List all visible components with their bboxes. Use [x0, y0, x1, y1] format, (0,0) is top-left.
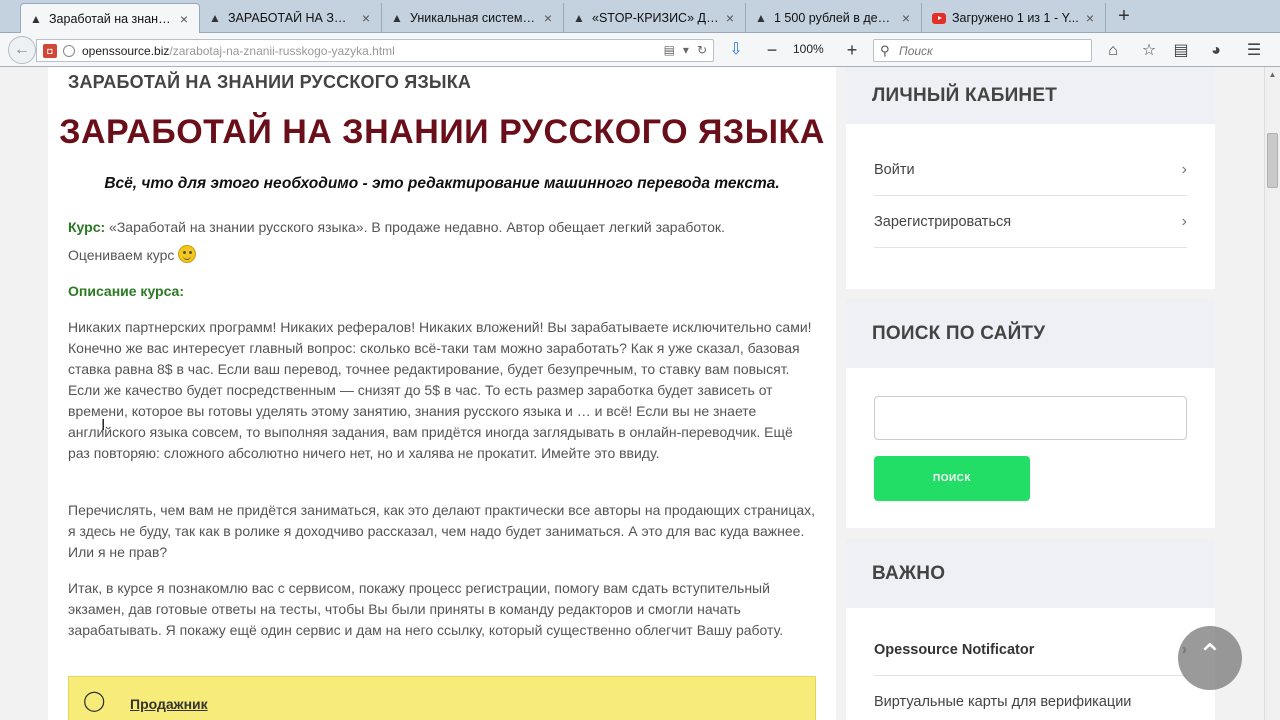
- site-search-button[interactable]: ПОИСК: [874, 456, 1030, 501]
- close-icon[interactable]: ×: [899, 11, 913, 25]
- zoom-out-button[interactable]: −: [763, 39, 781, 61]
- close-icon[interactable]: ×: [1083, 11, 1097, 25]
- text-cursor-icon: I: [101, 417, 106, 434]
- tab[interactable]: Загружено 1 из 1 - Y... ×: [924, 3, 1106, 33]
- menu-icon[interactable]: ☰: [1243, 40, 1265, 62]
- bookmark-star-icon[interactable]: ☆: [1138, 40, 1160, 62]
- tab-label: 1 500 рублей в день ...: [774, 11, 895, 25]
- tab[interactable]: ▲ «STOP-КРИЗИС» До... ×: [564, 3, 746, 33]
- navigation-toolbar: ◘ openssource.biz/zarabotaj-na-znanii-ru…: [0, 33, 1280, 67]
- site-search-input[interactable]: [874, 396, 1187, 440]
- login-label: Войти: [874, 162, 915, 178]
- tab-label: Загружено 1 из 1 - Y...: [952, 11, 1079, 25]
- article-paragraph-2: Перечислять, чем вам не придётся занимат…: [68, 502, 816, 560]
- vertical-scrollbar[interactable]: ▲: [1264, 67, 1280, 720]
- url-text[interactable]: openssource.biz/zarabotaj-na-znanii-russ…: [82, 44, 395, 58]
- account-heading: ЛИЧНЫЙ КАБИНЕТ: [846, 67, 1215, 124]
- close-icon[interactable]: ×: [359, 11, 373, 25]
- tab[interactable]: ▲ 1 500 рублей в день ... ×: [746, 3, 922, 33]
- page-icon: ▲: [30, 11, 42, 26]
- login-link[interactable]: Войти ›: [874, 144, 1187, 196]
- page-icon: ▲: [755, 11, 767, 25]
- tab-label: Уникальная система...: [410, 11, 537, 25]
- pocket-icon[interactable]: ◕: [1205, 40, 1227, 62]
- site-search-widget: ПОИСК ПО САЙТУ ПОИСК: [846, 299, 1215, 528]
- account-widget: ЛИЧНЫЙ КАБИНЕТ Войти › Зарегистрироватьс…: [846, 67, 1215, 289]
- tab-label: Заработай на знани...: [49, 11, 173, 26]
- tip-box: ◯ Продажник: [68, 676, 816, 720]
- youtube-icon: [932, 11, 946, 25]
- history-dropdown-icon[interactable]: ▾: [683, 43, 689, 57]
- tab-strip: ▲ Заработай на знани... × ▲ ЗАРАБОТАЙ НА…: [0, 0, 1280, 33]
- article: ЗАРАБОТАЙ НА ЗНАНИИ РУССКОГО ЯЗЫКА ЗАРАБ…: [48, 67, 836, 720]
- url-bar[interactable]: ◘ openssource.biz/zarabotaj-na-znanii-ru…: [36, 39, 714, 62]
- page-icon: ▲: [391, 11, 403, 25]
- breadcrumb-title: ЗАРАБОТАЙ НА ЗНАНИИ РУССКОГО ЯЗЫКА: [68, 72, 472, 92]
- download-icon[interactable]: ⇩: [727, 41, 745, 59]
- home-icon[interactable]: ⌂: [1102, 40, 1124, 62]
- virtual-cards-link[interactable]: Виртуальные карты для верификации: [874, 676, 1187, 720]
- notificator-label: Opessource Notificator: [874, 642, 1035, 658]
- article-paragraph-1: Никаких партнерских программ! Никаких ре…: [68, 319, 812, 461]
- description-label: Описание курса:: [68, 283, 184, 299]
- chevron-right-icon: ›: [1181, 213, 1187, 230]
- article-subtitle: Всё, что для этого необходимо - это реда…: [104, 175, 780, 192]
- course-label: Курс:: [68, 219, 106, 235]
- register-label: Зарегистрироваться: [874, 214, 1012, 230]
- new-tab-button[interactable]: +: [1114, 5, 1134, 27]
- virtual-cards-label: Виртуальные карты для верификации: [874, 694, 1132, 710]
- scroll-to-top-button[interactable]: ⌃: [1178, 626, 1242, 690]
- sales-page-link[interactable]: Продажник: [130, 696, 208, 712]
- tab-label: «STOP-КРИЗИС» До...: [592, 11, 719, 25]
- scroll-up-arrow-icon[interactable]: ▲: [1265, 67, 1280, 82]
- smiley-icon: [178, 245, 197, 263]
- close-icon[interactable]: ×: [723, 11, 737, 25]
- close-icon[interactable]: ×: [177, 12, 191, 26]
- course-text: «Заработай на знании русского языка». В …: [105, 219, 725, 235]
- reload-icon[interactable]: ↻: [697, 43, 707, 57]
- tab[interactable]: ▲ Уникальная система... ×: [382, 3, 564, 33]
- reader-view-icon[interactable]: ▤: [664, 43, 675, 57]
- page-icon: ▲: [209, 11, 221, 25]
- tab-active[interactable]: ▲ Заработай на знани... ×: [20, 3, 200, 33]
- site-search-heading: ПОИСК ПО САЙТУ: [846, 299, 1215, 368]
- zoom-level[interactable]: 100%: [793, 42, 824, 56]
- lightbulb-icon: ◯: [83, 690, 106, 712]
- close-icon[interactable]: ×: [541, 11, 555, 25]
- page-viewport: ЗАРАБОТАЙ НА ЗНАНИИ РУССКОГО ЯЗЫКА ЗАРАБ…: [0, 67, 1264, 720]
- notificator-link[interactable]: Opessource Notificator ›: [874, 624, 1187, 676]
- back-button[interactable]: ←: [8, 36, 36, 64]
- globe-icon[interactable]: [63, 45, 75, 57]
- important-widget: ВАЖНО Opessource Notificator › Виртуальн…: [846, 539, 1215, 720]
- url-domain: openssource.biz: [82, 44, 170, 58]
- page-icon: ▲: [573, 11, 585, 25]
- important-heading: ВАЖНО: [846, 539, 1215, 608]
- addon-shield-icon[interactable]: ◘: [43, 44, 57, 58]
- course-rating-text: Оцениваем курс: [68, 247, 175, 263]
- tab-label: ЗАРАБОТАЙ НА ЗНАНИ...: [228, 11, 355, 25]
- search-icon: ⚲: [880, 43, 890, 58]
- chevron-right-icon: ›: [1181, 161, 1187, 178]
- scrollbar-thumb[interactable]: [1267, 133, 1278, 188]
- search-input[interactable]: [899, 42, 1084, 59]
- register-link[interactable]: Зарегистрироваться ›: [874, 196, 1187, 248]
- course-paragraph: Курс: «Заработай на знании русского язык…: [68, 217, 818, 273]
- article-paragraph-3: Итак, в курсе я познакомлю вас с сервисо…: [68, 580, 784, 638]
- article-title: ЗАРАБОТАЙ НА ЗНАНИИ РУССКОГО ЯЗЫКА: [59, 113, 825, 151]
- search-bar[interactable]: ⚲: [873, 39, 1092, 62]
- url-path: /zarabotaj-na-znanii-russkogo-yazyka.htm…: [169, 44, 395, 58]
- bookmarks-list-icon[interactable]: ▤: [1170, 40, 1192, 62]
- zoom-in-button[interactable]: +: [843, 39, 861, 61]
- tab[interactable]: ▲ ЗАРАБОТАЙ НА ЗНАНИ... ×: [200, 3, 382, 33]
- url-bar-icons: ▤ ▾ ↻: [664, 43, 707, 57]
